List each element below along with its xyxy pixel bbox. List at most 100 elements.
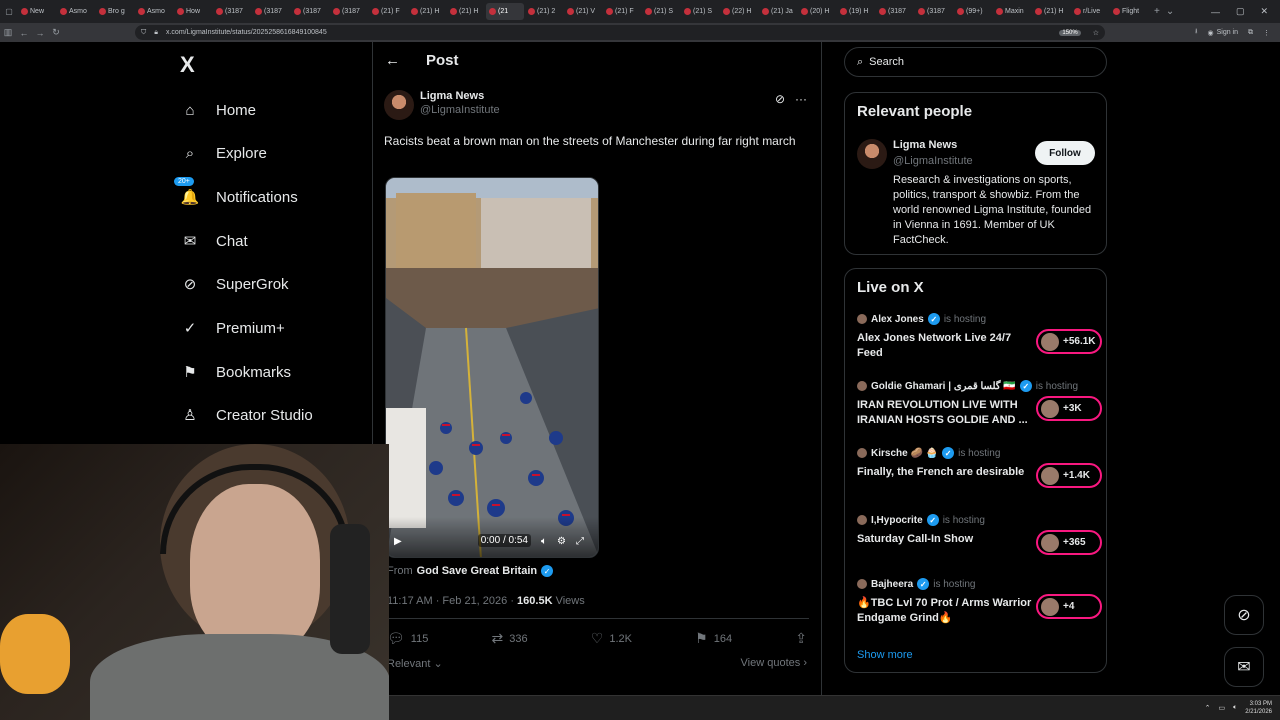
live-space-item[interactable]: Bajheera ✓ is hosting 🔥TBC Lvl 70 Prot / Ar… [857,578,1102,626]
tab-list-icon[interactable]: ▢ [4,7,14,17]
lock-icon[interactable]: 🔒︎ [154,29,158,37]
browser-tab[interactable]: (3187 [915,3,953,20]
live-title[interactable]: IRAN REVOLUTION LIVE WITH IRANIAN HOSTS … [857,398,1032,428]
new-tab-button[interactable]: + [1154,6,1160,17]
fullscreen-icon[interactable]: ⤢ [576,536,584,547]
post-author[interactable]: Ligma News @LigmaInstitute [384,90,500,120]
host-name[interactable]: Alex Jones [871,314,924,325]
browser-tab[interactable]: How [174,3,212,20]
more-options-icon[interactable]: ··· [795,92,807,106]
browser-tab[interactable]: (19) H [837,3,875,20]
shield-icon[interactable]: ⛉ [141,29,146,37]
tray-chevron-icon[interactable]: ⌃ [1205,704,1211,712]
x-logo[interactable]: X [180,52,195,78]
play-icon[interactable]: ▶ [394,536,402,547]
nav-item-creator-studio[interactable]: ♙ Creator Studio [180,405,312,425]
back-icon[interactable]: ← [16,28,32,38]
author-handle[interactable]: @LigmaInstitute [420,104,500,116]
browser-tab[interactable]: Asmo [135,3,173,20]
browser-tab[interactable]: New [18,3,56,20]
post-timestamp[interactable]: 11:17 AM · Feb 21, 2026 · [387,595,514,607]
grok-fab-button[interactable]: ⊘ [1224,595,1264,635]
listener-count-pill[interactable]: +4 [1036,594,1102,619]
share-button[interactable]: ⇪ [795,630,807,647]
browser-tab[interactable]: Maxin [993,3,1031,20]
volume-icon[interactable]: 🔈︎ [1233,704,1237,712]
live-title[interactable]: Alex Jones Network Live 24/7 Feed [857,331,1032,361]
live-space-item[interactable]: Kirsche 🥔 🧁 ✓ is hosting Finally, the Frenc… [857,447,1102,488]
listener-count-pill[interactable]: +1.4K [1036,463,1102,488]
url-field[interactable]: ⛉ 🔒︎ x.com/LigmaInstitute/status/2025258… [135,25,1105,40]
browser-tab[interactable]: (21) H [1032,3,1070,20]
sort-dropdown[interactable]: Relevant ⌄ [387,657,443,670]
browser-tab[interactable]: (3187 [876,3,914,20]
browser-tab[interactable]: (21 [486,3,524,20]
browser-tab[interactable]: (21) Ja [759,3,797,20]
tab-search-chevron-icon[interactable]: ⌄ [1166,6,1174,17]
relevant-person-handle[interactable]: @LigmaInstitute [893,155,973,167]
browser-tab[interactable]: (21) H [408,3,446,20]
browser-tab[interactable]: Asmo [57,3,95,20]
sidebar-toggle-icon[interactable]: ▥ [0,27,16,38]
host-name[interactable]: Goldie Ghamari | گلسا قمری 🇮🇷 [871,381,1016,392]
back-arrow-icon[interactable]: ← [385,52,400,69]
author-name[interactable]: Ligma News [420,90,500,102]
browser-tab[interactable]: Bro g [96,3,134,20]
nav-item-premium[interactable]: ✓ Premium+ [180,318,285,338]
live-title[interactable]: Finally, the French are desirable [857,465,1032,480]
browser-tab[interactable]: Flight [1110,3,1148,20]
reply-button[interactable]: 💬︎ 115 [387,630,428,647]
nav-item-supergrok[interactable]: ⊘ SuperGrok [180,274,289,294]
live-title[interactable]: 🔥TBC Lvl 70 Prot / Arms Warrior Endgame … [857,596,1032,626]
live-space-item[interactable]: Goldie Ghamari | گلسا قمری 🇮🇷 ✓ is hosting… [857,380,1102,428]
settings-icon[interactable]: ⚙ [557,536,566,547]
messages-fab-button[interactable]: ✉ [1224,647,1264,687]
listener-count-pill[interactable]: +56.1K [1036,329,1102,354]
live-title[interactable]: Saturday Call-In Show [857,532,1032,547]
close-window-icon[interactable]: ✕ [1260,6,1268,17]
view-quotes-link[interactable]: View quotes › [741,657,807,670]
maximize-icon[interactable]: ▢ [1236,6,1245,17]
menu-icon[interactable]: ⋮ [1263,29,1270,37]
browser-tab[interactable]: (99+) [954,3,992,20]
star-icon[interactable]: ☆ [1093,29,1099,37]
avatar[interactable] [857,139,887,169]
browser-tab[interactable]: (21) F [603,3,641,20]
repost-button[interactable]: ⇄ 336 [492,630,528,647]
live-space-item[interactable]: I,Hypocrite ✓ is hosting Saturday Call-In S… [857,514,1102,555]
bookmark-button[interactable]: ⚑ 164 [695,630,732,647]
listener-count-pill[interactable]: +3K [1036,396,1102,421]
nav-item-home[interactable]: ⌂ Home [180,100,256,120]
zoom-indicator[interactable]: 150% [1059,29,1081,36]
grok-icon[interactable]: ⊘ [775,92,785,106]
relevant-person-name[interactable]: Ligma News [893,139,957,151]
browser-tab[interactable]: (21) F [369,3,407,20]
nav-item-bookmarks[interactable]: ⚑ Bookmarks [180,362,291,382]
like-button[interactable]: ♡ 1.2K [591,630,632,647]
browser-tab[interactable]: (3187 [330,3,368,20]
live-space-item[interactable]: Alex Jones ✓ is hosting Alex Jones Network … [857,313,1102,361]
minimize-icon[interactable]: — [1211,7,1220,17]
listener-count-pill[interactable]: +365 [1036,530,1102,555]
host-name[interactable]: Kirsche 🥔 🧁 [871,448,938,459]
extensions-icon[interactable]: ⧉ [1248,29,1253,37]
sign-in-button[interactable]: ◉ Sign in [1207,29,1238,37]
download-icon[interactable]: ⭳ [1195,27,1197,38]
clock[interactable]: 3:03 PM 2/21/2026 [1245,700,1272,716]
browser-tab[interactable]: (3187 [291,3,329,20]
show-more-link[interactable]: Show more [857,649,913,661]
browser-tab[interactable]: (21) H [447,3,485,20]
browser-tab[interactable]: (20) H [798,3,836,20]
host-name[interactable]: I,Hypocrite [871,515,923,526]
network-icon[interactable]: ▭ [1218,704,1225,712]
forward-icon[interactable]: → [32,28,48,38]
from-source-link[interactable]: God Save Great Britain [417,565,537,577]
browser-tab[interactable]: (21) S [681,3,719,20]
search-input[interactable]: ⌕ Search [844,47,1107,77]
nav-item-notifications[interactable]: 🔔 20+ Notifications [174,177,298,207]
browser-tab[interactable]: (21) S [642,3,680,20]
post-video[interactable]: ▶ 0:00 / 0:54 🔈︎ ⚙ ⤢ [385,177,599,558]
host-name[interactable]: Bajheera [871,579,913,590]
browser-tab[interactable]: (3187 [213,3,251,20]
nav-item-explore[interactable]: ⌕ Explore [180,143,267,163]
